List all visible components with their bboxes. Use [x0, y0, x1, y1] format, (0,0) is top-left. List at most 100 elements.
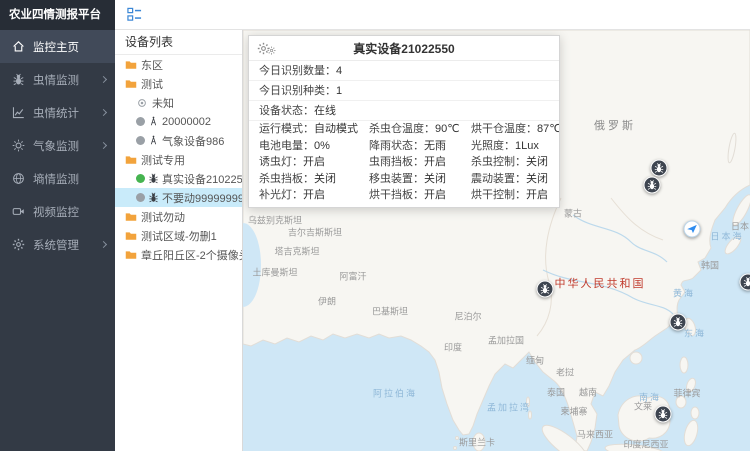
tree-label: 未知 — [152, 95, 174, 111]
sidebar-item-weather-monitor[interactable]: 气象监测 — [0, 129, 115, 162]
info-label: 今日识别种类： — [259, 85, 336, 97]
sidebar-item-insect-stats[interactable]: 虫情统计 — [0, 96, 115, 129]
status-cell: 电池电量：0% — [249, 138, 359, 155]
info-label: 今日识别数量： — [259, 65, 336, 77]
tree-folder-test[interactable]: 测试 — [115, 74, 242, 93]
bug-icon — [658, 409, 669, 420]
device-list-panel: 设备列表 东区 测试 未知 — [115, 30, 243, 451]
tree-device-weather986[interactable]: 气象设备986 — [115, 131, 242, 150]
chart-icon — [12, 106, 25, 119]
map[interactable]: 俄罗斯蒙古乌兹别克斯坦吉尔吉斯斯坦塔吉克斯坦土库曼斯坦阿富汗伊朗巴基斯坦尼泊尔印… — [243, 30, 750, 451]
popup-status-grid: 运行模式：自动模式 杀虫仓温度：90℃ 烘干仓温度：87℃ 电池电量：0% 降雨… — [249, 121, 559, 207]
bug-icon — [148, 173, 159, 184]
settings-gears-icon[interactable] — [257, 40, 283, 57]
app-title: 农业四情测报平台 — [0, 0, 115, 30]
gear-icon — [267, 46, 276, 55]
device-popup-header: 真实设备21022550 — [249, 36, 559, 61]
tree-label: 测试区域-勿删1 — [141, 228, 217, 244]
sidebar-item-system-admin[interactable]: 系统管理 — [0, 228, 115, 261]
insect-device-marker[interactable] — [651, 160, 668, 177]
status-dot-online — [136, 174, 145, 183]
tree-folder-test-dedicated[interactable]: 测试专用 — [115, 150, 242, 169]
status-cell: 烘干仓温度：87℃ — [461, 121, 559, 138]
popup-info-count: 今日识别数量：4 — [249, 61, 559, 81]
tree-folder-east[interactable]: 东区 — [115, 55, 242, 74]
app-root: 农业四情测报平台 监控主页 虫情监测 虫情统计 气象监测 — [0, 0, 750, 451]
content: 设备列表 东区 测试 未知 — [115, 30, 750, 451]
info-value: 1 — [336, 85, 342, 97]
status-cell: 杀虫挡板：关闭 — [249, 171, 359, 188]
tree-device-20000002[interactable]: 20000002 — [115, 112, 242, 131]
tree-node-unknown[interactable]: 未知 — [115, 93, 242, 112]
sidebar-item-home[interactable]: 监控主页 — [0, 30, 115, 63]
info-value: 4 — [336, 65, 342, 77]
sidebar-item-insect-monitor[interactable]: 虫情监测 — [0, 63, 115, 96]
main-area: 设备列表 东区 测试 未知 — [115, 0, 750, 451]
sidebar-item-label: 监控主页 — [33, 39, 79, 55]
insect-device-marker[interactable] — [655, 406, 672, 423]
station-icon — [148, 116, 159, 127]
topbar — [115, 0, 750, 30]
bug-icon — [647, 180, 658, 191]
sidebar-menu: 监控主页 虫情监测 虫情统计 气象监测 墒情监测 — [0, 30, 115, 261]
bug-icon — [673, 317, 684, 328]
folder-icon — [125, 78, 137, 90]
chevron-right-icon — [100, 142, 107, 149]
device-popup-title: 真实设备21022550 — [353, 40, 454, 57]
tree-folder-test-nomove[interactable]: 测试勿动 — [115, 207, 242, 226]
tree-label: 测试专用 — [141, 152, 185, 168]
tree-device-real-21022550[interactable]: 真实设备21022550 — [115, 169, 242, 188]
info-label: 设备状态： — [259, 105, 314, 117]
folder-icon — [125, 154, 137, 166]
sidebar-item-label: 系统管理 — [33, 237, 79, 253]
org-tree-icon[interactable] — [127, 7, 142, 22]
status-cell: 降雨状态：无雨 — [359, 138, 461, 155]
insect-device-marker[interactable] — [537, 281, 554, 298]
popup-info-status: 设备状态：在线 — [249, 101, 559, 121]
sidebar-item-label: 视频监控 — [33, 204, 79, 220]
sidebar-item-label: 虫情监测 — [33, 72, 79, 88]
status-cell: 光照度：1Lux — [461, 138, 559, 155]
chevron-right-icon — [100, 241, 107, 248]
sun-icon — [12, 139, 25, 152]
status-dot-offline — [136, 136, 145, 145]
tree-label: 东区 — [141, 57, 163, 73]
status-cell: 烘干控制：开启 — [461, 187, 559, 204]
sidebar-item-video-monitor[interactable]: 视频监控 — [0, 195, 115, 228]
camera-marker[interactable] — [684, 221, 701, 238]
bug-icon — [540, 284, 551, 295]
device-tree: 东区 测试 未知 20000002 — [115, 55, 242, 264]
status-cell: 补光灯：开启 — [249, 187, 359, 204]
status-cell: 烘干挡板：开启 — [359, 187, 461, 204]
pin-icon — [136, 97, 148, 109]
tree-device-donottouch[interactable]: 不要动99999999 — [115, 188, 242, 207]
status-cell: 运行模式：自动模式 — [249, 121, 359, 138]
folder-icon — [125, 59, 137, 71]
sidebar: 农业四情测报平台 监控主页 虫情监测 虫情统计 气象监测 — [0, 0, 115, 451]
tree-folder-test-area[interactable]: 测试区域-勿删1 — [115, 226, 242, 245]
tree-label: 20000002 — [162, 116, 211, 128]
bug-icon — [148, 192, 159, 203]
insect-device-marker[interactable] — [740, 274, 750, 291]
status-cell: 震动装置：关闭 — [461, 171, 559, 188]
popup-info-types: 今日识别种类：1 — [249, 81, 559, 101]
tree-label: 真实设备21022550 — [162, 171, 242, 187]
bug-icon — [743, 277, 750, 288]
gear-icon — [12, 238, 25, 251]
insect-device-marker[interactable] — [644, 177, 661, 194]
tree-label: 不要动99999999 — [162, 190, 242, 206]
device-list-title: 设备列表 — [115, 30, 242, 55]
tree-folder-zhangqiu[interactable]: 章丘阳丘区-2个摄像头 — [115, 245, 242, 264]
station-icon — [148, 135, 159, 146]
status-dot-offline — [136, 117, 145, 126]
status-cell: 虫雨挡板：开启 — [359, 154, 461, 171]
folder-icon — [125, 249, 137, 261]
camera-icon — [687, 224, 698, 235]
sidebar-item-label: 墒情监测 — [33, 171, 79, 187]
insect-device-marker[interactable] — [670, 314, 687, 331]
sidebar-item-soil-monitor[interactable]: 墒情监测 — [0, 162, 115, 195]
tree-label: 气象设备986 — [162, 133, 224, 149]
tree-label: 章丘阳丘区-2个摄像头 — [141, 247, 242, 263]
globe-icon — [12, 172, 25, 185]
status-cell: 杀虫控制：关闭 — [461, 154, 559, 171]
